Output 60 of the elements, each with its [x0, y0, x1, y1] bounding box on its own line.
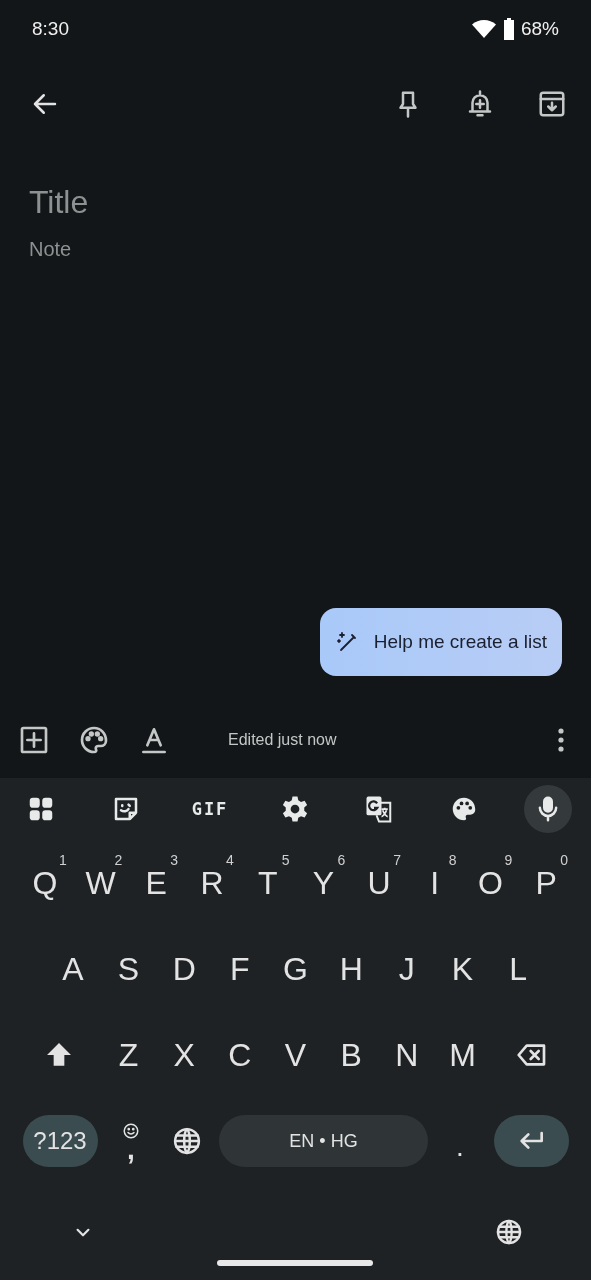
key[interactable]: R 4: [184, 840, 240, 926]
key[interactable]: S: [100, 926, 157, 1012]
translate-icon: [364, 794, 394, 824]
key[interactable]: O 9: [462, 840, 519, 926]
key[interactable]: P 0: [518, 840, 575, 926]
key[interactable]: Q 1: [17, 840, 73, 926]
toolbar-button[interactable]: [524, 785, 572, 833]
key[interactable]: X: [156, 1012, 212, 1098]
key-hint: 9: [504, 852, 513, 868]
key[interactable]: U 7: [351, 840, 407, 926]
key-hint: 1: [58, 852, 67, 868]
home-handle[interactable]: [217, 1260, 373, 1266]
key[interactable]: K: [434, 926, 491, 1012]
title-field[interactable]: Title: [29, 180, 329, 224]
key[interactable]: N: [379, 1012, 435, 1098]
symbols-key[interactable]: ?123: [22, 1115, 98, 1167]
comma-key[interactable]: ,: [103, 1098, 159, 1184]
gif-button[interactable]: GIF: [186, 785, 234, 833]
key[interactable]: W 2: [72, 840, 129, 926]
key[interactable]: E 3: [128, 840, 185, 926]
space-bar[interactable]: EN • HG: [219, 1115, 428, 1167]
key-hint: 7: [393, 852, 401, 868]
more-menu-icon[interactable]: [557, 727, 565, 753]
key-hint: 0: [560, 852, 569, 868]
key-hint: 6: [337, 852, 346, 868]
key-hint: 8: [448, 852, 457, 868]
archive-icon[interactable]: [537, 89, 567, 119]
battery-icon: [502, 18, 515, 40]
key[interactable]: J: [379, 926, 435, 1012]
key[interactable]: A: [45, 926, 101, 1012]
wifi-icon: [470, 19, 497, 39]
note-field[interactable]: Note: [29, 234, 329, 264]
clock-time: 8:30: [32, 18, 69, 40]
key[interactable]: D: [156, 926, 212, 1012]
key-hint: 2: [114, 852, 123, 868]
key-hint: 3: [170, 852, 179, 868]
globe-icon[interactable]: [172, 1126, 202, 1156]
smiley-icon: [122, 1122, 140, 1140]
key[interactable]: T 5: [239, 840, 296, 926]
palette-icon[interactable]: [78, 724, 110, 756]
period-key[interactable]: .: [432, 1098, 488, 1184]
key[interactable]: Y 6: [295, 840, 352, 926]
key[interactable]: B: [323, 1012, 380, 1098]
key-hint: 5: [281, 852, 290, 868]
suggestion-button[interactable]: Help me create a list: [319, 608, 562, 676]
edited-status: Edited just now: [228, 731, 338, 749]
key[interactable]: L: [490, 926, 547, 1012]
key[interactable]: V: [267, 1012, 324, 1098]
globe-icon[interactable]: [495, 1218, 523, 1246]
key[interactable]: C: [211, 1012, 268, 1098]
key[interactable]: H: [323, 926, 380, 1012]
key[interactable]: I 8: [406, 840, 463, 926]
key[interactable]: F: [212, 926, 268, 1012]
add-box-icon[interactable]: [18, 724, 50, 756]
key[interactable]: G: [267, 926, 324, 1012]
key[interactable]: M: [434, 1012, 491, 1098]
battery-percent: 68%: [520, 18, 559, 40]
key-hint: 4: [226, 852, 234, 868]
enter-key[interactable]: [493, 1115, 569, 1167]
key[interactable]: Z: [100, 1012, 157, 1098]
